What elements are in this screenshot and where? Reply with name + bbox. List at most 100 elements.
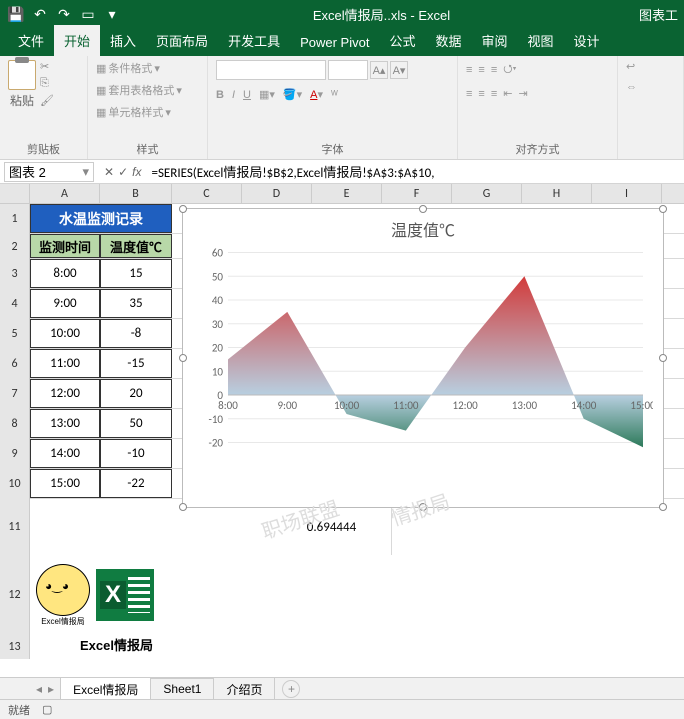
font-select[interactable] bbox=[216, 60, 326, 80]
tab-pagelayout[interactable]: 页面布局 bbox=[146, 25, 218, 56]
paste-button[interactable]: 粘贴 bbox=[8, 60, 36, 109]
fx-icon[interactable]: fx bbox=[132, 165, 141, 179]
font-color-button[interactable]: A▾ bbox=[310, 88, 323, 101]
cell[interactable]: 水温监测记录 bbox=[30, 204, 172, 233]
macro-record-icon[interactable]: ▢ bbox=[42, 703, 52, 716]
formula-input[interactable]: =SERIES(Excel情报局!$B$2,Excel情报局!$A$3:$A$1… bbox=[147, 162, 684, 181]
cell[interactable]: 50 bbox=[100, 409, 172, 438]
chart-object[interactable]: 温度值℃ -20-1001020304050608:009:0010:0011:… bbox=[182, 208, 664, 508]
row-header[interactable]: 9 bbox=[0, 439, 30, 469]
row-header[interactable]: 11 bbox=[0, 499, 30, 555]
cell[interactable]: 监测时间 bbox=[30, 234, 100, 258]
cell[interactable]: 8:00 bbox=[30, 259, 100, 288]
copy-icon[interactable]: ⎘ bbox=[40, 77, 54, 90]
tab-view[interactable]: 视图 bbox=[518, 25, 564, 56]
cell[interactable]: 20 bbox=[100, 379, 172, 408]
cell[interactable]: 温度值℃ bbox=[100, 234, 172, 258]
row-header[interactable]: 10 bbox=[0, 469, 30, 499]
tab-powerpivot[interactable]: Power Pivot bbox=[290, 29, 379, 56]
fill-color-button[interactable]: 🪣▾ bbox=[283, 88, 302, 101]
row-header[interactable]: 7 bbox=[0, 379, 30, 409]
align-center-icon[interactable]: ≡ bbox=[478, 88, 484, 100]
add-sheet-button[interactable]: + bbox=[282, 680, 300, 698]
name-box[interactable]: 图表 2▾ bbox=[4, 162, 94, 182]
italic-button[interactable]: I bbox=[232, 89, 235, 101]
shrink-font-icon[interactable]: A▾ bbox=[390, 61, 408, 79]
row-header[interactable]: 5 bbox=[0, 319, 30, 349]
col-header[interactable]: B bbox=[100, 184, 172, 203]
tab-design[interactable]: 设计 bbox=[564, 25, 610, 56]
cell[interactable]: -22 bbox=[100, 469, 172, 498]
cell[interactable]: 12:00 bbox=[30, 379, 100, 408]
cell[interactable]: 10:00 bbox=[30, 319, 100, 348]
select-all-button[interactable] bbox=[0, 184, 30, 203]
touch-icon[interactable]: ▭ bbox=[77, 3, 99, 25]
cell[interactable]: -8 bbox=[100, 319, 172, 348]
phonetic-button[interactable]: ᵂ bbox=[331, 89, 338, 101]
save-icon[interactable]: 💾 bbox=[5, 3, 27, 25]
undo-icon[interactable]: ↶ bbox=[29, 3, 51, 25]
tab-file[interactable]: 文件 bbox=[8, 25, 54, 56]
chart-title[interactable]: 温度值℃ bbox=[183, 209, 663, 245]
chevron-down-icon[interactable]: ▾ bbox=[82, 164, 89, 180]
row-header[interactable]: 12 bbox=[0, 555, 30, 635]
col-header[interactable]: F bbox=[382, 184, 452, 203]
indent-increase-icon[interactable]: ⇥ bbox=[518, 87, 527, 100]
cell[interactable]: 14:00 bbox=[30, 439, 100, 468]
sheet-nav-first-icon[interactable]: ◂ bbox=[36, 682, 42, 696]
chart-plot-area[interactable]: -20-1001020304050608:009:0010:0011:0012:… bbox=[193, 245, 653, 475]
cell[interactable]: 11:00 bbox=[30, 349, 100, 378]
row-header[interactable]: 2 bbox=[0, 234, 30, 259]
col-header[interactable]: E bbox=[312, 184, 382, 203]
row-header[interactable]: 8 bbox=[0, 409, 30, 439]
align-left-icon[interactable]: ≡ bbox=[466, 88, 472, 100]
cell[interactable]: -10 bbox=[100, 439, 172, 468]
cell-style-button[interactable]: ▦ 单元格样式 ▾ bbox=[96, 104, 171, 120]
merge-icon[interactable]: ⇔ bbox=[626, 81, 637, 93]
col-header[interactable]: H bbox=[522, 184, 592, 203]
tab-data[interactable]: 数据 bbox=[425, 25, 471, 56]
grow-font-icon[interactable]: A▴ bbox=[370, 61, 388, 79]
indent-decrease-icon[interactable]: ⇤ bbox=[503, 87, 512, 100]
cell[interactable]: 9:00 bbox=[30, 289, 100, 318]
col-header[interactable]: G bbox=[452, 184, 522, 203]
sheet-tab[interactable]: Excel情报局 bbox=[60, 677, 151, 701]
tab-insert[interactable]: 插入 bbox=[100, 25, 146, 56]
col-header[interactable]: I bbox=[592, 184, 662, 203]
underline-button[interactable]: U bbox=[243, 89, 251, 101]
cell[interactable]: 15 bbox=[100, 259, 172, 288]
cell[interactable]: -15 bbox=[100, 349, 172, 378]
bold-button[interactable]: B bbox=[216, 89, 224, 101]
format-painter-icon[interactable]: 🖌 bbox=[40, 94, 54, 107]
cut-icon[interactable]: ✂ bbox=[40, 60, 54, 73]
align-top-icon[interactable]: ≡ bbox=[466, 64, 472, 76]
row-header[interactable]: 3 bbox=[0, 259, 30, 289]
col-header[interactable]: C bbox=[172, 184, 242, 203]
sheet-tab[interactable]: Sheet1 bbox=[150, 678, 214, 699]
border-button[interactable]: ▦▾ bbox=[259, 88, 275, 101]
col-header[interactable]: A bbox=[30, 184, 100, 203]
cell[interactable]: 13:00 bbox=[30, 409, 100, 438]
orientation-icon[interactable]: ⭯▾ bbox=[503, 60, 516, 79]
col-header[interactable]: D bbox=[242, 184, 312, 203]
redo-icon[interactable]: ↷ bbox=[53, 3, 75, 25]
tab-review[interactable]: 审阅 bbox=[471, 25, 517, 56]
table-format-button[interactable]: ▦ 套用表格格式 ▾ bbox=[96, 82, 182, 98]
tab-home[interactable]: 开始 bbox=[54, 25, 100, 56]
font-size-select[interactable] bbox=[328, 60, 368, 80]
qat-more-icon[interactable]: ▾ bbox=[101, 3, 123, 25]
cond-format-button[interactable]: ▦ 条件格式 ▾ bbox=[96, 60, 160, 76]
worksheet-grid[interactable]: A B C D E F G H I 1水温监测记录2监测时间温度值℃38:001… bbox=[0, 184, 684, 679]
sheet-nav-last-icon[interactable]: ▸ bbox=[48, 682, 54, 696]
cancel-icon[interactable]: ✕ bbox=[104, 165, 114, 179]
tab-formulas[interactable]: 公式 bbox=[379, 25, 425, 56]
align-middle-icon[interactable]: ≡ bbox=[478, 64, 484, 76]
row-header[interactable]: 1 bbox=[0, 204, 30, 234]
cell[interactable]: 15:00 bbox=[30, 469, 100, 498]
row-header[interactable]: 4 bbox=[0, 289, 30, 319]
tab-developer[interactable]: 开发工具 bbox=[218, 25, 290, 56]
row-header[interactable]: 6 bbox=[0, 349, 30, 379]
wrap-text-icon[interactable]: ↩ bbox=[626, 60, 635, 73]
enter-icon[interactable]: ✓ bbox=[118, 165, 128, 179]
align-right-icon[interactable]: ≡ bbox=[491, 88, 497, 100]
